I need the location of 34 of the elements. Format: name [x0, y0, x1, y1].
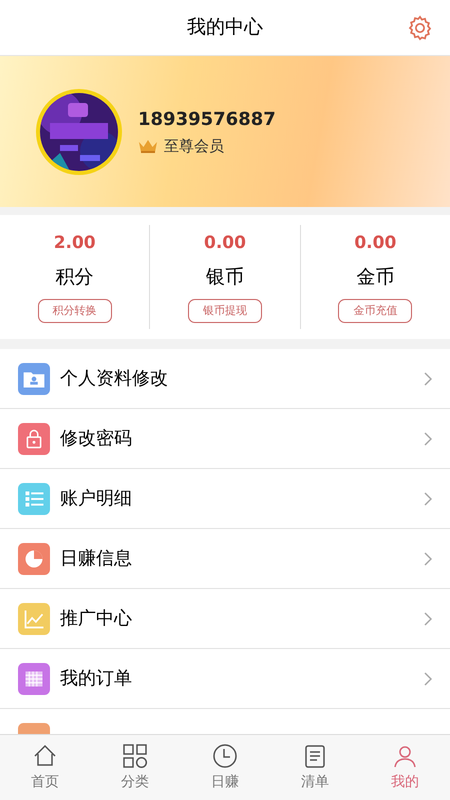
member-level: 至尊会员	[164, 136, 224, 157]
stat-value: 2.00	[54, 232, 96, 255]
menu-item[interactable]: 推广中心	[0, 589, 450, 649]
grid-icon	[122, 742, 148, 768]
stat-action-button[interactable]: 银币提现	[188, 299, 262, 323]
stat-value: 0.00	[204, 232, 246, 255]
menu-item[interactable]: 修改密码	[0, 409, 450, 469]
menu-item[interactable]: 我的订单	[0, 649, 450, 709]
chevron-right-icon	[424, 552, 432, 566]
chevron-right-icon	[424, 432, 432, 446]
tab-button[interactable]: 首页	[0, 735, 90, 800]
tab-button[interactable]: 日赚	[180, 735, 270, 800]
stat-label: 银币	[206, 264, 244, 290]
chevron-right-icon	[424, 372, 432, 386]
clock-icon	[212, 742, 238, 768]
stat-action-button[interactable]: 积分转换	[38, 299, 112, 323]
tab-button[interactable]: 我的	[360, 735, 450, 800]
menu-item[interactable]: 日赚信息	[0, 529, 450, 589]
stat-value: 0.00	[354, 232, 396, 255]
page-title: 我的中心	[187, 15, 263, 40]
crown-icon	[138, 138, 158, 154]
stat-label: 金币	[356, 264, 394, 290]
stat-action-button[interactable]: 金币充值	[338, 299, 412, 323]
stat-label: 积分	[56, 264, 94, 290]
home-icon	[32, 742, 58, 768]
chevron-right-icon	[424, 492, 432, 506]
settings-icon[interactable]	[406, 14, 434, 42]
chevron-right-icon	[424, 612, 432, 626]
menu-item[interactable]: 个人资料修改	[0, 349, 450, 409]
phone-number: 18939576887	[138, 108, 276, 132]
tab-button[interactable]: 分类	[90, 735, 180, 800]
menu-item[interactable]: 账户明细	[0, 469, 450, 529]
tab-button[interactable]: 清单	[270, 735, 360, 800]
chevron-right-icon	[424, 672, 432, 686]
